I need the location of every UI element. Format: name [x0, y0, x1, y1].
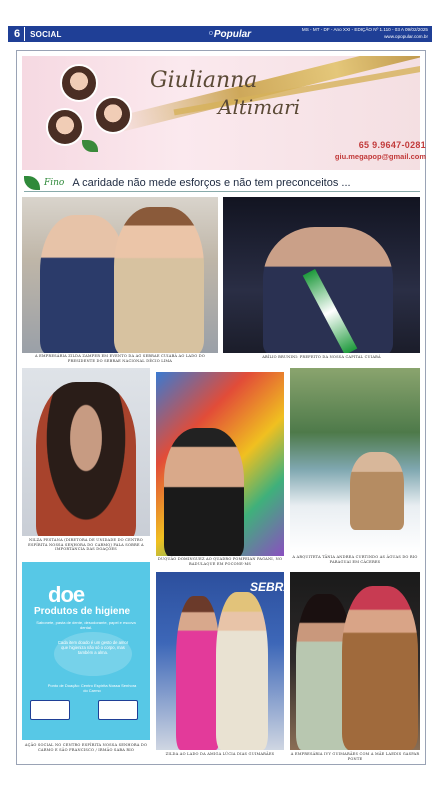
contact-phone: 65 9.9647-0281 — [358, 140, 426, 150]
photo-portrait-woman — [22, 368, 150, 536]
photo-boat-river — [290, 368, 420, 552]
photo-sebrae — [156, 572, 284, 750]
photo-event — [22, 197, 218, 353]
portrait-photo — [60, 64, 98, 102]
photo-mother-daughter — [290, 572, 420, 750]
person-figure — [342, 586, 418, 750]
person-figure — [263, 227, 393, 353]
page-number: 6 — [8, 27, 26, 41]
flyer-place: Ponto de Doação: Centro Espírita Nossa S… — [47, 683, 137, 693]
website-link[interactable]: www.opopular.com.br — [302, 34, 428, 41]
person-figure — [36, 382, 136, 536]
portrait-photo — [46, 108, 84, 146]
photo-caption: Zilda ao lado da amiga Lúcia Dias Guimar… — [165, 752, 275, 756]
photo-caption: A empresária Zilda Zamper em evento da A… — [34, 354, 206, 363]
photo-caption: Abílio Brunini: Prefeito da nossa capita… — [262, 355, 381, 359]
photo-caption: Duquão Dominguez ao quadro Pompeian Paga… — [157, 557, 283, 566]
person-figure — [176, 596, 220, 750]
flyer-subtitle: Produtos de higiene — [34, 606, 131, 617]
photo-art-lion — [156, 372, 284, 556]
edition-line: MS - MT - DF - Ano XXI - EDIÇÃO Nº 1.110… — [301, 27, 428, 32]
product-pack — [98, 700, 138, 720]
newspaper-logo[interactable]: O Popular — [206, 26, 254, 42]
logo-text: Popular — [213, 28, 252, 40]
photo-caption: Ação Social no Centro Espírita Nossa Sen… — [24, 743, 148, 752]
columnist-name: Giulianna — [150, 68, 258, 93]
person-figure — [114, 207, 204, 353]
person-figure — [216, 592, 268, 750]
logo-prefix: O — [208, 31, 213, 37]
column-tag: Fino — [44, 177, 65, 188]
photo-mayor — [223, 197, 420, 353]
person-figure — [164, 428, 244, 556]
section-headline: Fino A caridade não mede esforços e não … — [24, 174, 420, 192]
headline-text: A caridade não mede esforços e não tem p… — [72, 176, 351, 189]
leaf-icon — [24, 175, 40, 190]
page-header: 6 SOCIAL O Popular MS - MT - DF - Ano XX… — [8, 26, 432, 42]
contact-email[interactable]: giu.megapop@gmail.com — [335, 152, 426, 161]
photo-caption: Nilza Pestana (diretora de Unidade do Ce… — [28, 538, 144, 552]
flyer-items: Sabonete, pasta de dente, desodorante, p… — [36, 620, 136, 630]
edition-info: MS - MT - DF - Ano XXI - EDIÇÃO Nº 1.110… — [302, 27, 428, 40]
product-pack — [30, 700, 70, 720]
photo-caption: A arquiteta Tânia Andrea curtindo as águ… — [292, 555, 418, 564]
columnist-surname: Altimari — [218, 95, 301, 119]
flyer-message: Cada item doado é um gesto de amor que h… — [54, 632, 132, 676]
photo-caption: A empresária Ivy Guimarães com a mãe Lae… — [290, 752, 420, 761]
flyer-message-text: Cada item doado é um gesto de amor que h… — [57, 640, 129, 655]
leaf-icon — [82, 140, 98, 152]
flyer-title: doe — [48, 582, 85, 607]
person-figure — [350, 452, 404, 530]
section-label: SOCIAL — [30, 29, 62, 39]
portrait-photo — [94, 96, 132, 134]
